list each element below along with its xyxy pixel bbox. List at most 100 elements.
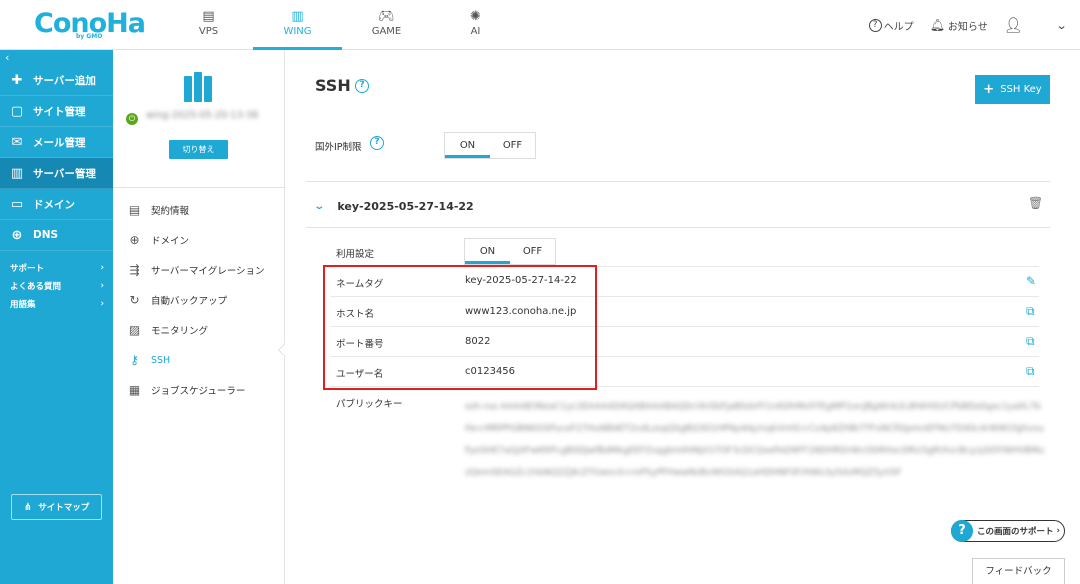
copy-icon[interactable]: ⧉: [1026, 304, 1035, 319]
nav-ai[interactable]: ✺ AI: [431, 0, 520, 50]
toggle-off[interactable]: OFF: [490, 133, 535, 158]
key-icon: ⚷: [130, 353, 139, 367]
server-icon: ▥: [10, 165, 24, 181]
sidebar-item-domain[interactable]: ▭ ドメイン: [0, 189, 113, 220]
pencil-icon[interactable]: ✎: [1026, 274, 1036, 288]
server-subnav: ⏻ wing-2025-05-20-13-38 切り替え ▤ 契約情報 ⊕ ドメ…: [113, 50, 285, 584]
sidebar-item-server[interactable]: ▥ サーバー管理: [0, 158, 113, 189]
ip-restriction-label: 国外IP制限: [315, 142, 362, 153]
subnav-label: 契約情報: [151, 206, 190, 217]
question-icon[interactable]: ?: [355, 79, 369, 93]
subnav-label: ドメイン: [151, 236, 190, 247]
subnav-monitoring[interactable]: ▨ モニタリング: [113, 315, 284, 345]
sidebar-item-label: サーバー追加: [33, 74, 96, 87]
subnav-scheduler[interactable]: ▦ ジョブスケジューラー: [113, 375, 284, 405]
sidebar-item-label: DNS: [33, 229, 59, 241]
subnav-ssh[interactable]: ⚷ SSH: [113, 345, 284, 375]
sidebar-link-faq[interactable]: よくある質問 ›: [0, 277, 113, 295]
switch-server-button[interactable]: 切り替え: [169, 140, 228, 159]
subnav-contract[interactable]: ▤ 契約情報: [113, 195, 284, 225]
globe-icon: ⊕: [11, 227, 23, 243]
toggle-on[interactable]: ON: [445, 133, 490, 158]
subnav-list: ▤ 契約情報 ⊕ ドメイン ⇶ サーバーマイグレーション ↻ 自動バックアップ …: [113, 188, 284, 405]
divider: [306, 227, 1050, 228]
divider: [306, 181, 1050, 182]
public-key-label: パブリックキー: [336, 399, 403, 410]
add-ssh-key-label: SSH Key: [1000, 84, 1042, 95]
sidebar-link-label: 用語集: [10, 300, 36, 310]
chevron-right-icon: ›: [100, 281, 104, 291]
logo-subtitle: by GMO: [76, 33, 103, 40]
use-setting-label: 利用設定: [336, 249, 375, 260]
user-avatar-icon[interactable]: 👤︎: [1004, 16, 1023, 34]
subnav-label: 自動バックアップ: [151, 296, 228, 307]
screen-support-button[interactable]: ? この画面のサポート ›: [951, 520, 1065, 542]
subnav-migration[interactable]: ⇶ サーバーマイグレーション: [113, 255, 284, 285]
backup-icon: ↻: [129, 293, 140, 307]
sidebar-item-label: メール管理: [33, 136, 86, 149]
toggle-on[interactable]: ON: [465, 239, 510, 264]
chevron-right-icon: ›: [100, 263, 104, 273]
sitemap-icon: ⋔: [23, 501, 33, 513]
add-ssh-key-button[interactable]: + SSH Key: [975, 75, 1050, 104]
question-icon: ?: [868, 18, 882, 32]
subnav-backup[interactable]: ↻ 自動バックアップ: [113, 285, 284, 315]
question-icon: ?: [951, 520, 973, 542]
migration-icon: ⇶: [129, 263, 140, 277]
subnav-label: ジョブスケジューラー: [151, 386, 246, 397]
sidebar-link-glossary[interactable]: 用語集 ›: [0, 295, 113, 313]
scheduler-icon: ▦: [128, 383, 141, 397]
subnav-label: SSH: [151, 354, 171, 366]
contract-icon: ▤: [128, 203, 141, 217]
plus-icon: +: [983, 82, 995, 97]
sidebar-link-support[interactable]: サポート ›: [0, 259, 113, 277]
server-icon: [183, 72, 213, 102]
subnav-domain[interactable]: ⊕ ドメイン: [113, 225, 284, 255]
sitemap-button[interactable]: ⋔ サイトマップ: [11, 494, 102, 520]
plus-icon: ✚: [11, 72, 23, 88]
sidebar-item-dns[interactable]: ⊕ DNS: [0, 220, 113, 251]
nav-wing-label: WING: [283, 26, 312, 37]
support-label: この画面のサポート: [977, 527, 1054, 537]
server-info: ⏻ wing-2025-05-20-13-38 切り替え: [113, 50, 284, 188]
chevron-right-icon: ›: [100, 299, 104, 309]
nav-game[interactable]: 🎮︎ GAME: [342, 0, 431, 50]
use-setting-toggle: ON OFF: [464, 238, 556, 265]
sidebar-item-label: ドメイン: [33, 198, 75, 211]
globe-icon: ⊕: [129, 233, 140, 247]
nav-wing[interactable]: ▥ WING: [253, 0, 342, 50]
toggle-off[interactable]: OFF: [510, 239, 555, 264]
server-name: wing-2025-05-20-13-38: [146, 110, 259, 121]
server-stack-icon: ▤: [202, 9, 215, 24]
nav-game-label: GAME: [371, 26, 402, 37]
chevron-right-icon: ›: [1056, 526, 1061, 536]
help-link[interactable]: ? ヘルプ: [868, 18, 914, 33]
sidebar-item-mail[interactable]: ✉ メール管理: [0, 127, 113, 158]
chart-icon: ▨: [128, 323, 141, 337]
sidebar-item-label: サーバー管理: [33, 167, 96, 180]
collapse-sidebar-icon[interactable]: ‹: [0, 50, 113, 65]
chevron-down-icon: ⌄: [313, 201, 326, 212]
notice-link[interactable]: 🔔︎ お知らせ: [930, 18, 988, 33]
sidebar-item-site[interactable]: ▢ サイト管理: [0, 96, 113, 127]
nav-vps[interactable]: ▤ VPS: [164, 0, 253, 50]
bell-icon: 🔔︎: [929, 18, 945, 32]
question-icon[interactable]: ?: [370, 136, 384, 150]
sidebar-links: サポート › よくある質問 › 用語集 ›: [0, 251, 113, 313]
chevron-down-icon[interactable]: ⌄: [1055, 19, 1067, 32]
sidebar-link-label: よくある質問: [10, 282, 62, 292]
nav-vps-label: VPS: [198, 26, 219, 37]
trash-icon[interactable]: 🗑︎: [1028, 196, 1043, 210]
ip-restriction-toggle: ON OFF: [444, 132, 536, 159]
copy-icon[interactable]: ⧉: [1026, 334, 1035, 349]
main-sidebar: ‹ ✚ サーバー追加 ▢ サイト管理 ✉ メール管理 ▥ サーバー管理 ▭ ドメ…: [0, 50, 113, 584]
notice-label: お知らせ: [947, 21, 988, 33]
feedback-button[interactable]: フィードバック: [972, 558, 1065, 584]
ssh-key-header[interactable]: ⌄ key-2025-05-27-14-22: [313, 200, 473, 213]
subnav-label: モニタリング: [151, 326, 209, 337]
ai-chip-icon: ✺: [470, 9, 481, 24]
copy-icon[interactable]: ⧉: [1026, 364, 1035, 379]
help-label: ヘルプ: [883, 21, 914, 33]
sidebar-item-add-server[interactable]: ✚ サーバー追加: [0, 65, 113, 96]
mail-icon: ✉: [11, 134, 23, 150]
